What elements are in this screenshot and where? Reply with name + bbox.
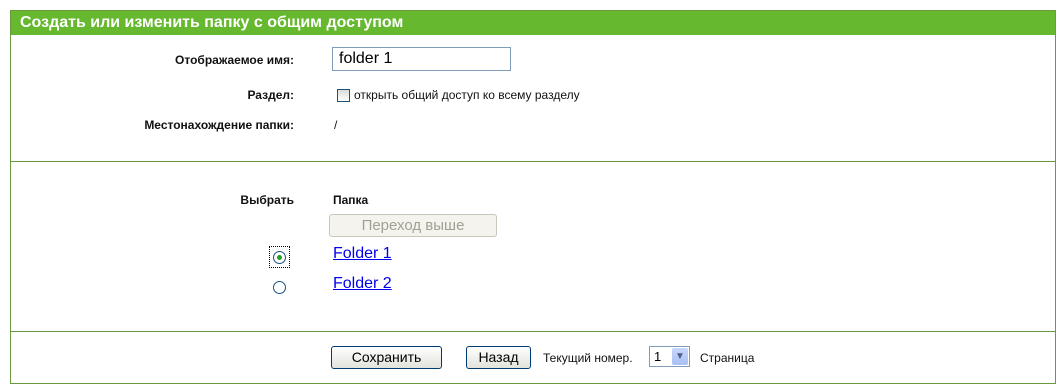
page-select-value: 1 — [654, 349, 662, 364]
panel-title: Создать или изменить папку с общим досту… — [11, 11, 1055, 35]
current-page-label: Текущий номер. — [543, 351, 633, 365]
back-button[interactable]: Назад — [466, 346, 531, 369]
location-value: / — [334, 118, 338, 132]
partition-label: Раздел: — [247, 88, 294, 102]
share-folder-panel: Создать или изменить папку с общим досту… — [10, 10, 1056, 384]
radio-selected-dot — [277, 255, 282, 260]
display-name-input[interactable]: folder 1 — [332, 47, 511, 71]
divider — [11, 331, 1055, 332]
page-select[interactable]: 1 ▼ — [649, 346, 690, 367]
location-label: Местонахождение папки: — [144, 118, 294, 132]
select-column-header: Выбрать — [240, 193, 294, 207]
folder-column-header: Папка — [333, 193, 369, 207]
folder-link-2[interactable]: Folder 2 — [333, 275, 392, 293]
display-name-label: Отображаемое имя: — [175, 53, 294, 67]
folder-radio-2[interactable] — [273, 281, 286, 294]
save-button[interactable]: Сохранить — [331, 346, 442, 369]
share-all-checkbox[interactable] — [337, 89, 350, 102]
chevron-down-icon[interactable]: ▼ — [672, 348, 688, 365]
go-up-button[interactable]: Переход выше — [329, 214, 497, 237]
share-all-label: открыть общий доступ ко всему разделу — [354, 88, 580, 102]
page-label: Страница — [700, 351, 755, 365]
folder-link-1[interactable]: Folder 1 — [333, 245, 392, 263]
folder-radio-1[interactable] — [273, 251, 286, 264]
divider — [11, 161, 1055, 162]
